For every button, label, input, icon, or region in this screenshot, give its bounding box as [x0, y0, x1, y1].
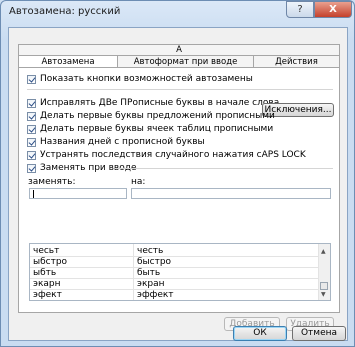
- cell-caps-checkbox[interactable]: Делать первые буквы ячеек таблиц прописн…: [27, 124, 273, 134]
- cell-caps-label: Делать первые буквы ячеек таблиц прописн…: [40, 124, 274, 134]
- sentence-caps-label: Делать первые буквы предложений прописны…: [40, 111, 275, 121]
- day-names-checkbox[interactable]: Названия дней с прописной буквы: [27, 137, 205, 147]
- checkbox-checked-icon: [27, 137, 36, 147]
- scroll-up-icon[interactable]: ▲: [321, 248, 326, 255]
- checkbox-checked-icon: [27, 74, 36, 84]
- scroll-thumb[interactable]: [320, 282, 328, 290]
- entry-from: экарн: [33, 279, 61, 289]
- checkbox-checked-icon: [27, 124, 36, 134]
- replacement-list[interactable]: чесьт честь ыбстро быстро ыбть быть экар…: [29, 243, 331, 301]
- list-item[interactable]: эфект эффект: [30, 290, 320, 300]
- separator: [27, 89, 333, 90]
- dialog-client-area: А Автозамена Автоформат при вводе Действ…: [8, 27, 348, 341]
- ok-button[interactable]: ОК: [233, 326, 287, 341]
- group-separator: [115, 168, 333, 169]
- list-item[interactable]: чесьт честь: [30, 246, 320, 257]
- show-buttons-label: Показать кнопки возможностей автозамены: [40, 74, 253, 84]
- autocorrect-dialog: Автозамена: русский ? X А Автозамена Авт…: [0, 0, 355, 347]
- sentence-caps-checkbox[interactable]: Делать первые буквы предложений прописны…: [27, 111, 275, 121]
- scroll-down-icon[interactable]: ▼: [321, 291, 326, 298]
- list-item[interactable]: ыбстро быстро: [30, 257, 320, 268]
- dialog-title: Автозамена: русский: [9, 6, 121, 17]
- two-caps-label: Исправлять ДВе ПРописные буквы в начале …: [40, 98, 280, 108]
- day-names-label: Названия дней с прописной буквы: [40, 137, 205, 147]
- caps-lock-checkbox[interactable]: Устранять последствия случайного нажатия…: [27, 150, 306, 160]
- checkbox-checked-icon: [27, 163, 36, 173]
- entry-from: эфект: [33, 290, 62, 300]
- text-caret: [33, 190, 34, 198]
- replace-label: заменять:: [28, 177, 76, 187]
- with-input[interactable]: [131, 188, 331, 199]
- checkbox-checked-icon: [27, 111, 36, 121]
- close-button[interactable]: X: [314, 1, 352, 18]
- entry-from: ыбть: [33, 268, 57, 278]
- cancel-button[interactable]: Отмена: [292, 326, 346, 341]
- entry-to: экран: [137, 279, 165, 289]
- help-button[interactable]: ?: [286, 1, 314, 18]
- entry-to: эффект: [137, 290, 174, 300]
- list-item[interactable]: ыбть быть: [30, 268, 320, 279]
- entry-to: честь: [137, 246, 164, 256]
- autocorrect-panel: Показать кнопки возможностей автозамены …: [18, 67, 340, 331]
- with-label: на:: [131, 177, 146, 187]
- close-icon: X: [329, 4, 337, 15]
- entry-to: быть: [137, 268, 161, 278]
- entry-from: ыбстро: [33, 257, 68, 267]
- checkbox-checked-icon: [27, 98, 36, 108]
- caps-lock-label: Устранять последствия случайного нажатия…: [40, 150, 306, 160]
- replace-input[interactable]: [29, 188, 127, 199]
- list-item[interactable]: экарн экран: [30, 279, 320, 290]
- entry-to: быстро: [137, 257, 172, 267]
- checkbox-checked-icon: [27, 150, 36, 160]
- list-scrollbar[interactable]: ▲ ▼: [318, 244, 330, 300]
- entry-from: чесьт: [33, 246, 60, 256]
- two-caps-checkbox[interactable]: Исправлять ДВе ПРописные буквы в начале …: [27, 98, 279, 108]
- help-icon: ?: [297, 4, 303, 15]
- show-buttons-checkbox[interactable]: Показать кнопки возможностей автозамены: [27, 74, 253, 84]
- tab-math-autocorrect[interactable]: А: [18, 44, 340, 55]
